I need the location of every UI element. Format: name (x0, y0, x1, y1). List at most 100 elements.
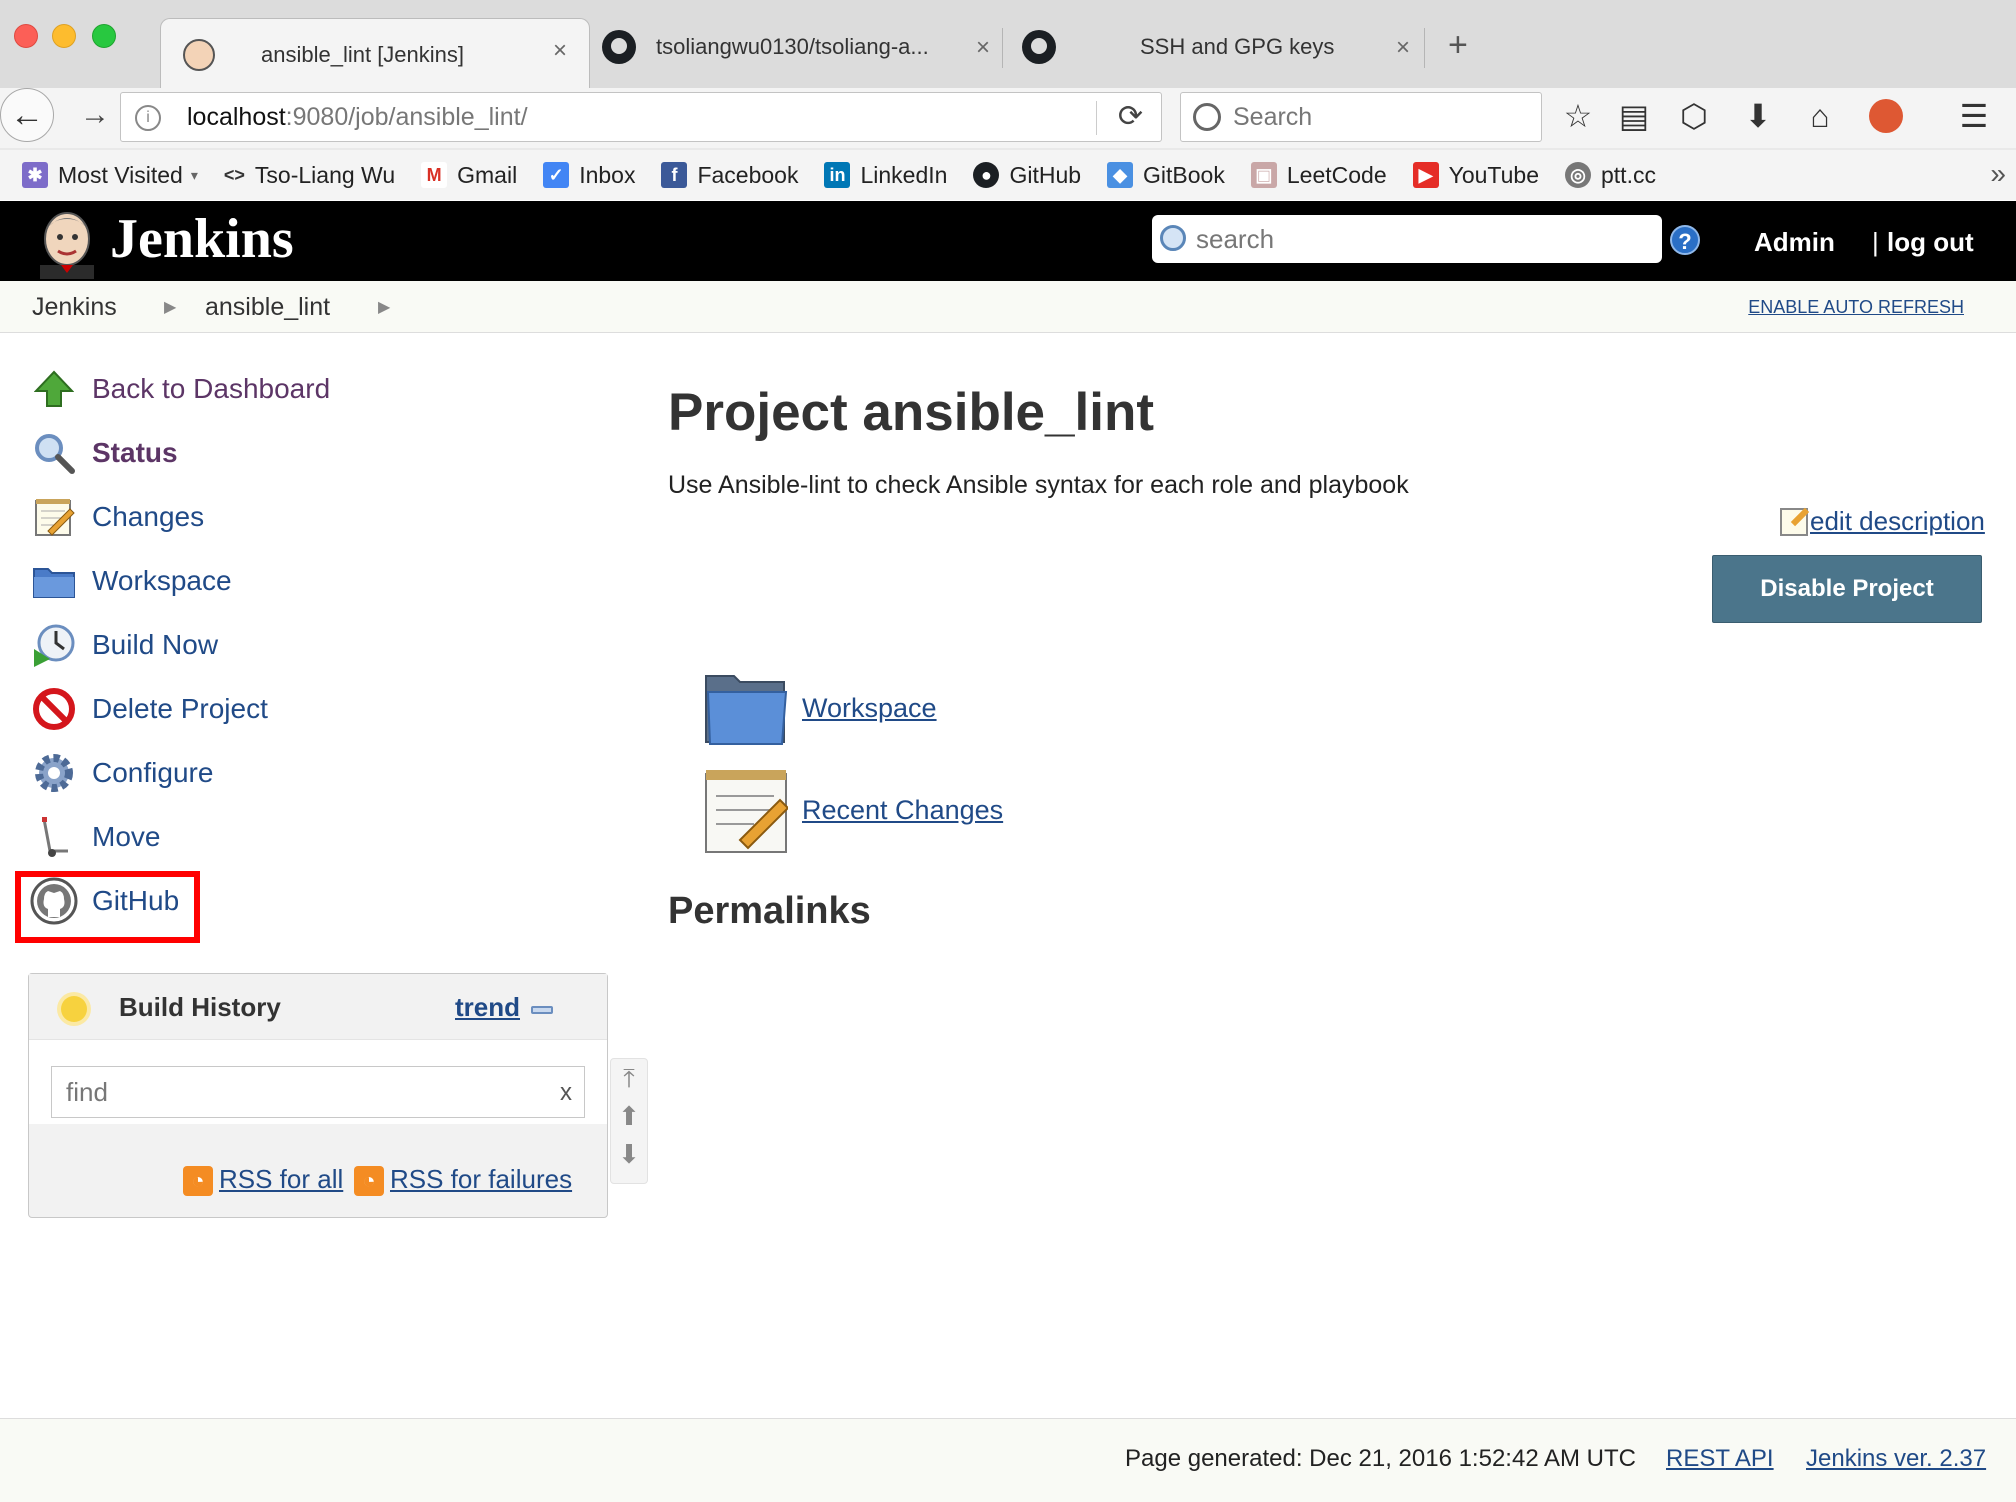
trend-link[interactable]: trend (455, 992, 520, 1023)
bookmark-label: Facebook (697, 161, 799, 188)
github-icon: ● (973, 162, 1000, 188)
breadcrumb-ansible-lint[interactable]: ansible_lint (205, 293, 330, 322)
bookmark-gitbook[interactable]: ◆ GitBook (1107, 162, 1225, 189)
edit-description-link[interactable]: edit description (1780, 506, 1985, 537)
tab-close-icon[interactable]: × (553, 37, 567, 65)
leetcode-icon: ▣ (1250, 162, 1277, 188)
code-icon: <> (223, 165, 245, 185)
rss-failures-link[interactable]: ◔ RSS for failures (354, 1164, 573, 1197)
downloads-icon[interactable]: ⬇ (1738, 96, 1778, 136)
task-back-to-dashboard[interactable]: Back to Dashboard (30, 364, 330, 414)
reading-list-icon[interactable]: ▤ (1614, 96, 1654, 136)
bookmark-youtube[interactable]: ▶ YouTube (1412, 162, 1539, 189)
rss-icon: ◔ (183, 1166, 213, 1197)
task-build-now[interactable]: Build Now (30, 620, 218, 670)
logout-link[interactable]: log out (1887, 227, 1974, 258)
tab-close-icon[interactable]: × (1396, 34, 1410, 62)
folder-icon (705, 675, 788, 745)
build-history-body: find x (29, 1040, 607, 1124)
task-status[interactable]: Status (30, 428, 178, 478)
task-delete-project[interactable]: Delete Project (30, 684, 268, 734)
collapse-icon[interactable] (531, 1006, 553, 1014)
bookmark-linkedin[interactable]: in LinkedIn (824, 162, 947, 189)
header-separator: | (1872, 227, 1879, 257)
page-top-icon[interactable]: ⤒ (611, 1059, 647, 1097)
rss-all-label: RSS for all (219, 1164, 344, 1194)
menu-icon[interactable]: ☰ (1954, 96, 1994, 136)
tab-title: SSH and GPG keys (1140, 34, 1335, 59)
browser-search-input[interactable]: Search (1180, 92, 1542, 142)
tab-close-icon[interactable]: × (976, 34, 990, 62)
jenkins-butler-logo[interactable] (34, 207, 100, 279)
help-icon[interactable]: ? (1670, 225, 1700, 255)
pocket-icon[interactable]: ⬡ (1674, 96, 1714, 136)
bookmark-tso-liang-wu[interactable]: <> Tso-Liang Wu (224, 162, 395, 189)
browser-tab-ssh-keys[interactable]: SSH and GPG keys × (1004, 20, 1424, 74)
close-window-button[interactable] (14, 24, 38, 48)
breadcrumb-jenkins[interactable]: Jenkins (32, 293, 117, 322)
bookmark-star-icon[interactable]: ☆ (1558, 96, 1598, 136)
recent-changes-link[interactable]: Recent Changes (704, 766, 1003, 854)
jenkins-version-link[interactable]: Jenkins ver. 2.37 (1806, 1445, 1986, 1473)
build-history-rss: ◔ RSS for all ◔ RSS for failures (29, 1164, 607, 1220)
url-bar[interactable]: i localhost:9080/job/ansible_lint/ ⟳ (120, 92, 1162, 142)
task-configure[interactable]: Configure (30, 748, 213, 798)
reload-icon[interactable]: ⟳ (1118, 99, 1143, 134)
user-link[interactable]: Admin (1754, 227, 1835, 258)
rss-failures-label: RSS for failures (390, 1164, 573, 1194)
bookmarks-toolbar: ✱ Most Visited ▾ <> Tso-Liang Wu M Gmail… (0, 150, 2016, 200)
task-label: Build Now (92, 629, 219, 660)
jenkins-search-input[interactable]: search (1152, 215, 1662, 263)
magnifier-icon (30, 429, 78, 477)
minimize-window-button[interactable] (52, 24, 76, 48)
breadcrumb-arrow-icon[interactable]: ▶ (378, 297, 390, 317)
breadcrumb-arrow-icon[interactable]: ▶ (164, 297, 176, 317)
browser-tab-jenkins[interactable]: ansible_lint [Jenkins] × (160, 18, 590, 90)
page-up-icon[interactable]: ⬆ (611, 1097, 647, 1135)
github-favicon-icon (602, 30, 636, 64)
info-icon[interactable]: i (135, 105, 161, 131)
task-workspace[interactable]: Workspace (30, 556, 232, 606)
zoom-window-button[interactable] (92, 24, 116, 48)
new-tab-button[interactable]: + (1448, 26, 1468, 65)
linkedin-icon: in (824, 162, 851, 188)
bookmark-ptt[interactable]: ◎ ptt.cc (1565, 162, 1656, 189)
build-filter-input[interactable]: find x (51, 1066, 585, 1118)
forward-button[interactable]: → (80, 100, 110, 130)
browser-tab-github-repo[interactable]: tsoliangwu0130/tsoliang-a... × (590, 20, 1000, 74)
url-path: :9080/job/ansible_lint/ (285, 102, 528, 131)
bookmark-label: Tso-Liang Wu (254, 161, 396, 188)
url-host: localhost (187, 102, 286, 131)
duckduckgo-icon[interactable] (1866, 96, 1906, 142)
bookmark-gmail[interactable]: M Gmail (421, 162, 517, 189)
page-down-icon[interactable]: ⬇ (611, 1135, 647, 1173)
rest-api-link[interactable]: REST API (1666, 1445, 1774, 1473)
jenkins-logo-text[interactable]: Jenkins (110, 207, 294, 271)
up-arrow-icon (30, 365, 78, 413)
workspace-link[interactable]: Workspace (704, 670, 937, 746)
navigation-bar: ← → i localhost:9080/job/ansible_lint/ ⟳… (0, 88, 2016, 148)
enable-auto-refresh-link[interactable]: ENABLE AUTO REFRESH (1748, 297, 1964, 318)
bookmark-github[interactable]: ● GitHub (973, 162, 1081, 189)
bookmark-inbox[interactable]: ✓ Inbox (543, 162, 635, 189)
bookmark-label: Most Visited (58, 161, 183, 188)
back-button[interactable]: ← (0, 88, 54, 142)
chevron-down-icon: ▾ (190, 166, 198, 183)
tab-title: ansible_lint [Jenkins] (261, 41, 465, 67)
browser-search-placeholder: Search (1233, 102, 1313, 131)
bookmark-leetcode[interactable]: ▣ LeetCode (1250, 162, 1387, 189)
tab-title: tsoliangwu0130/tsoliang-a... (656, 34, 929, 59)
rss-all-link[interactable]: ◔ RSS for all (183, 1164, 344, 1197)
build-history-widget: Build History trend find x ◔ RSS for all … (28, 973, 608, 1218)
bookmark-facebook[interactable]: f Facebook (661, 162, 798, 189)
bookmark-label: LinkedIn (860, 161, 948, 188)
bookmarks-overflow-icon[interactable]: » (1990, 158, 2006, 190)
gmail-icon: M (421, 162, 448, 188)
clear-filter-button[interactable]: x (560, 1079, 572, 1107)
disable-project-button[interactable]: Disable Project (1712, 555, 1982, 623)
home-icon[interactable]: ⌂ (1800, 96, 1840, 136)
task-changes[interactable]: Changes (30, 492, 204, 542)
bookmark-most-visited[interactable]: ✱ Most Visited ▾ (22, 162, 198, 189)
jenkins-favicon-icon (183, 38, 215, 71)
task-move[interactable]: Move (30, 812, 160, 862)
